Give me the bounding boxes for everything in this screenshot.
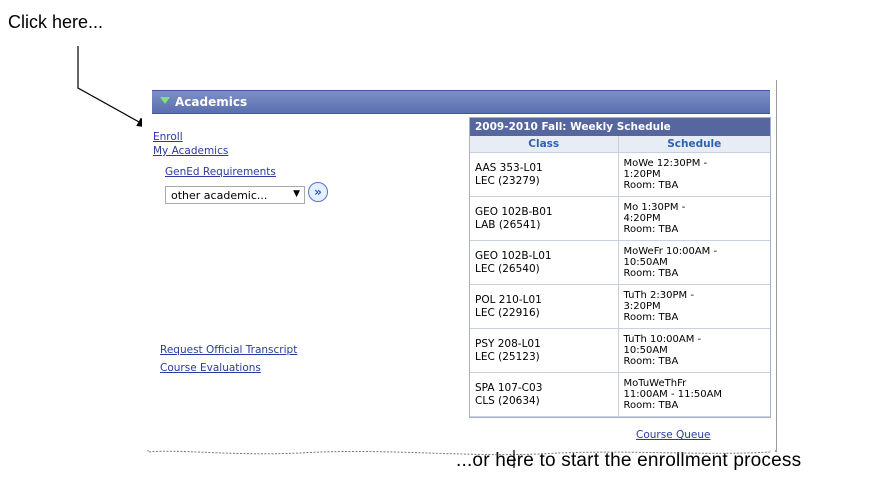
chevron-down-icon: ▼ [293,189,300,199]
table-row: GEO 102B-L01 LEC (26540) MoWeFr 10:00AM -… [470,241,770,285]
schedule-time: TuTh 10:00AM - [623,334,702,345]
schedule-time-end: 3:20PM [623,301,661,312]
academics-header[interactable]: Academics [152,90,770,114]
weekly-schedule-table: 2009-2010 Fall: Weekly Schedule Class Sc… [469,117,771,418]
annotation-bottom: ...or here to start the enrollment proce… [456,450,802,471]
class-section: LEC (23279) [475,174,540,187]
table-row: PSY 208-L01 LEC (25123) TuTh 10:00AM -10:… [470,329,770,373]
class-code: AAS 353-L01 [475,161,543,174]
schedule-header-row: Class Schedule [470,136,770,153]
panel-title: Academics [175,95,248,109]
schedule-time: MoTuWeThFr [623,378,687,389]
schedule-time: TuTh 2:30PM - [623,290,694,301]
table-row: SPA 107-C03 CLS (20634) MoTuWeThFr 11:00AM… [470,373,770,417]
schedule-time: MoWe 12:30PM - [623,158,708,169]
table-row: GEO 102B-B01 LAB (26541) Mo 1:30PM -4:20P… [470,197,770,241]
schedule-room: Room: TBA [623,268,679,279]
class-section: LAB (26541) [475,218,541,231]
schedule-time: MoWeFr 10:00AM - [623,246,718,257]
course-queue-link[interactable]: Course Queue [636,429,711,441]
table-row: AAS 353-L01 LEC (23279) MoWe 12:30PM -1:2… [470,153,770,197]
class-section: LEC (26540) [475,262,540,275]
class-section: CLS (20634) [475,394,540,407]
double-chevron-right-icon[interactable]: » [308,182,328,202]
collapse-triangle-icon[interactable] [160,97,170,104]
select-value: other academic... [171,189,268,202]
my-academics-link[interactable]: My Academics [153,145,228,157]
schedule-time-end: 4:20PM [623,213,661,224]
other-academic-select[interactable]: other academic... ▼ [165,186,305,204]
class-code: PSY 208-L01 [475,337,541,350]
course-evaluations-link[interactable]: Course Evaluations [160,362,261,374]
schedule-time-end: 1:20PM [623,169,661,180]
request-transcript-link[interactable]: Request Official Transcript [160,344,297,356]
gened-requirements-link[interactable]: GenEd Requirements [165,166,276,178]
schedule-room: Room: TBA [623,312,679,323]
class-code: GEO 102B-L01 [475,249,552,262]
schedule-time-end: 10:50AM [623,257,668,268]
class-section: LEC (22916) [475,306,540,319]
arrow-to-enroll [77,46,150,128]
schedule-time-end: 11:00AM - 11:50AM [623,389,723,400]
schedule-room: Room: TBA [623,400,679,411]
class-code: POL 210-L01 [475,293,542,306]
schedule-room: Room: TBA [623,356,679,367]
table-row: POL 210-L01 LEC (22916) TuTh 2:30PM -3:20… [470,285,770,329]
enroll-link[interactable]: Enroll [153,131,183,143]
annotation-top: Click here... [8,12,104,32]
class-section: LEC (25123) [475,350,540,363]
schedule-room: Room: TBA [623,224,679,235]
class-code: GEO 102B-B01 [475,205,553,218]
schedule-title: 2009-2010 Fall: Weekly Schedule [470,118,770,136]
column-class-header: Class [470,136,619,152]
column-schedule-header: Schedule [667,138,722,150]
schedule-time-end: 10:50AM [623,345,668,356]
class-code: SPA 107-C03 [475,381,543,394]
schedule-room: Room: TBA [623,180,679,191]
schedule-time: Mo 1:30PM - [623,202,686,213]
